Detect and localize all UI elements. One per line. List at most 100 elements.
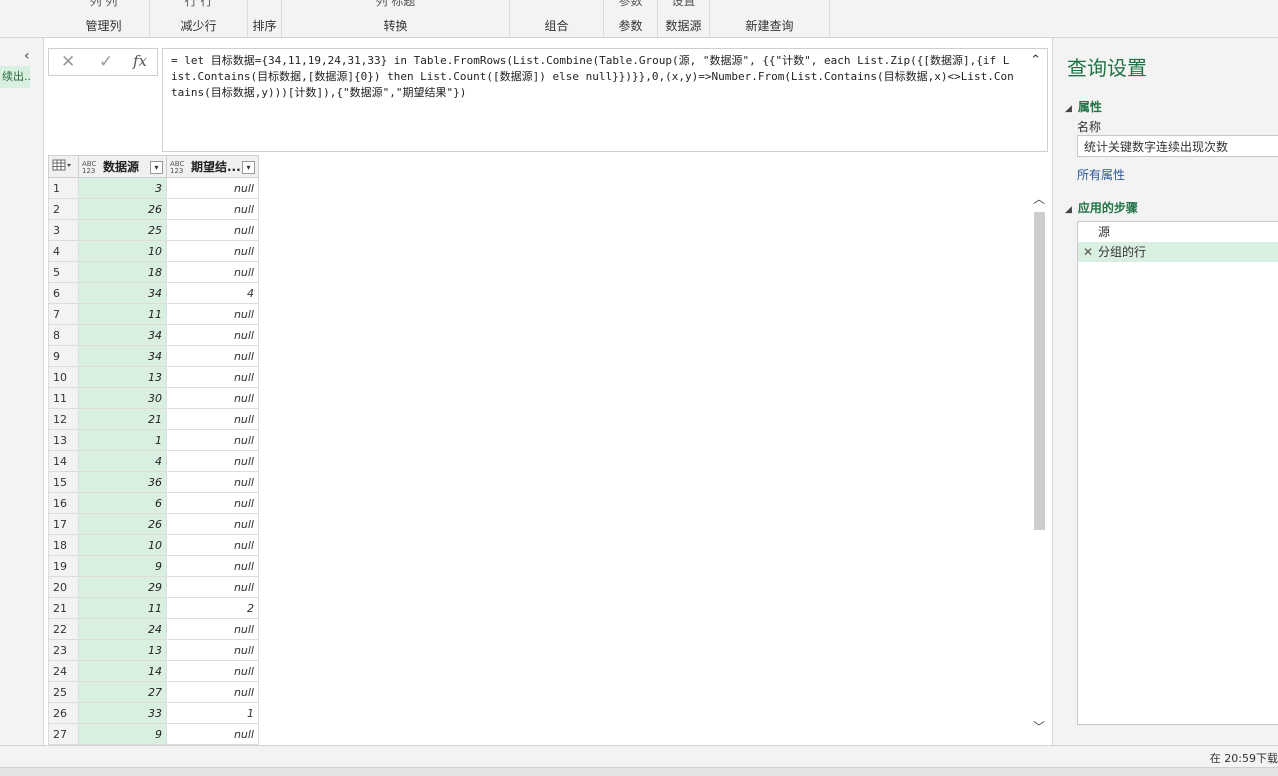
row-number[interactable]: 23 <box>48 639 79 661</box>
row-number[interactable]: 17 <box>48 513 79 535</box>
row-number[interactable]: 18 <box>48 534 79 556</box>
collapse-pane-icon[interactable]: ‹ <box>24 48 30 64</box>
cell-source[interactable]: 9 <box>78 723 167 745</box>
cell-expected[interactable]: 1 <box>166 702 259 724</box>
cell-source[interactable]: 29 <box>78 576 167 598</box>
cell-expected[interactable]: null <box>166 450 259 472</box>
cell-source[interactable]: 25 <box>78 219 167 241</box>
formula-text[interactable]: = let 目标数据={34,11,19,24,31,33} in Table.… <box>171 54 1014 99</box>
table-row[interactable]: 25 27 null <box>48 681 259 703</box>
table-row[interactable]: 17 26 null <box>48 513 259 535</box>
cell-source[interactable]: 10 <box>78 240 167 262</box>
row-number[interactable]: 6 <box>48 282 79 304</box>
cell-expected[interactable]: null <box>166 303 259 325</box>
row-number[interactable]: 16 <box>48 492 79 514</box>
row-number[interactable]: 7 <box>48 303 79 325</box>
cell-source[interactable]: 26 <box>78 198 167 220</box>
table-row[interactable]: 27 9 null <box>48 723 259 745</box>
table-row[interactable]: 3 25 null <box>48 219 259 241</box>
row-number[interactable]: 12 <box>48 408 79 430</box>
ribbon-group-transform[interactable]: 列 标题 转换 <box>282 0 510 38</box>
row-number[interactable]: 22 <box>48 618 79 640</box>
ribbon-group-parameters[interactable]: 参数 参数 <box>604 0 658 38</box>
table-row[interactable]: 7 11 null <box>48 303 259 325</box>
any-type-icon[interactable]: ABC 123 <box>82 160 100 175</box>
cell-expected[interactable]: null <box>166 324 259 346</box>
collapse-formula-icon[interactable]: ⌃ <box>1030 53 1041 69</box>
properties-header[interactable]: ◢ 属性 <box>1065 98 1102 115</box>
cell-source[interactable]: 1 <box>78 429 167 451</box>
cell-expected[interactable]: null <box>166 660 259 682</box>
cell-expected[interactable]: 4 <box>166 282 259 304</box>
table-row[interactable]: 19 9 null <box>48 555 259 577</box>
delete-step-icon[interactable]: ✕ <box>1083 242 1093 262</box>
cell-source[interactable]: 13 <box>78 639 167 661</box>
collapse-triangle-icon[interactable]: ◢ <box>1065 205 1072 215</box>
table-row[interactable]: 4 10 null <box>48 240 259 262</box>
table-row[interactable]: 24 14 null <box>48 660 259 682</box>
cell-expected[interactable]: null <box>166 345 259 367</box>
cell-source[interactable]: 34 <box>78 282 167 304</box>
cell-expected[interactable]: null <box>166 408 259 430</box>
cell-expected[interactable]: null <box>166 219 259 241</box>
ribbon-group-new-query[interactable]: 新建查询 <box>710 0 830 38</box>
cell-expected[interactable]: null <box>166 471 259 493</box>
cell-source[interactable]: 13 <box>78 366 167 388</box>
table-menu-button[interactable] <box>48 155 79 178</box>
cell-expected[interactable]: null <box>166 618 259 640</box>
vertical-scrollbar[interactable]: ︿ ﹀ <box>1031 190 1047 735</box>
row-number[interactable]: 13 <box>48 429 79 451</box>
cell-expected[interactable]: null <box>166 534 259 556</box>
table-row[interactable]: 9 34 null <box>48 345 259 367</box>
scroll-up-icon[interactable]: ︿ <box>1033 190 1045 207</box>
row-number[interactable]: 8 <box>48 324 79 346</box>
table-row[interactable]: 26 33 1 <box>48 702 259 724</box>
table-row[interactable]: 10 13 null <box>48 366 259 388</box>
cell-source[interactable]: 6 <box>78 492 167 514</box>
cell-source[interactable]: 36 <box>78 471 167 493</box>
row-number[interactable]: 15 <box>48 471 79 493</box>
row-number[interactable]: 26 <box>48 702 79 724</box>
step-item-grouped-rows[interactable]: ✕ 分组的行 <box>1078 242 1278 262</box>
cell-expected[interactable]: null <box>166 681 259 703</box>
confirm-icon[interactable]: ✓ <box>99 52 113 72</box>
cell-source[interactable]: 18 <box>78 261 167 283</box>
cell-expected[interactable]: null <box>166 177 259 199</box>
filter-dropdown-icon[interactable]: ▾ <box>150 161 163 174</box>
table-row[interactable]: 1 3 null <box>48 177 259 199</box>
cell-source[interactable]: 30 <box>78 387 167 409</box>
row-number[interactable]: 21 <box>48 597 79 619</box>
table-row[interactable]: 18 10 null <box>48 534 259 556</box>
cell-source[interactable]: 9 <box>78 555 167 577</box>
cell-expected[interactable]: null <box>166 576 259 598</box>
table-row[interactable]: 20 29 null <box>48 576 259 598</box>
ribbon-group-sort[interactable]: 排序 <box>248 0 282 38</box>
cell-source[interactable]: 26 <box>78 513 167 535</box>
table-row[interactable]: 13 1 null <box>48 429 259 451</box>
cell-expected[interactable]: null <box>166 492 259 514</box>
column-header-source[interactable]: ABC 123 数据源 ▾ <box>78 155 167 178</box>
fx-icon[interactable]: fx <box>133 52 147 70</box>
any-type-icon[interactable]: ABC 123 <box>170 160 188 175</box>
row-number[interactable]: 14 <box>48 450 79 472</box>
row-number[interactable]: 20 <box>48 576 79 598</box>
table-row[interactable]: 8 34 null <box>48 324 259 346</box>
step-item-source[interactable]: 源 <box>1078 222 1278 242</box>
cell-expected[interactable]: null <box>166 639 259 661</box>
cell-expected[interactable]: null <box>166 366 259 388</box>
row-number[interactable]: 10 <box>48 366 79 388</box>
cell-source[interactable]: 24 <box>78 618 167 640</box>
row-number[interactable]: 4 <box>48 240 79 262</box>
row-number[interactable]: 5 <box>48 261 79 283</box>
cell-expected[interactable]: null <box>166 240 259 262</box>
scroll-down-icon[interactable]: ﹀ <box>1033 718 1045 735</box>
formula-input[interactable]: = let 目标数据={34,11,19,24,31,33} in Table.… <box>162 48 1048 152</box>
ribbon-group-data-sources[interactable]: 设置 数据源 <box>658 0 710 38</box>
cell-source[interactable]: 21 <box>78 408 167 430</box>
table-row[interactable]: 21 11 2 <box>48 597 259 619</box>
row-number[interactable]: 2 <box>48 198 79 220</box>
applied-steps-header[interactable]: ◢ 应用的步骤 <box>1065 199 1138 216</box>
row-number[interactable]: 1 <box>48 177 79 199</box>
cancel-icon[interactable]: ✕ <box>61 52 75 72</box>
cell-source[interactable]: 11 <box>78 303 167 325</box>
